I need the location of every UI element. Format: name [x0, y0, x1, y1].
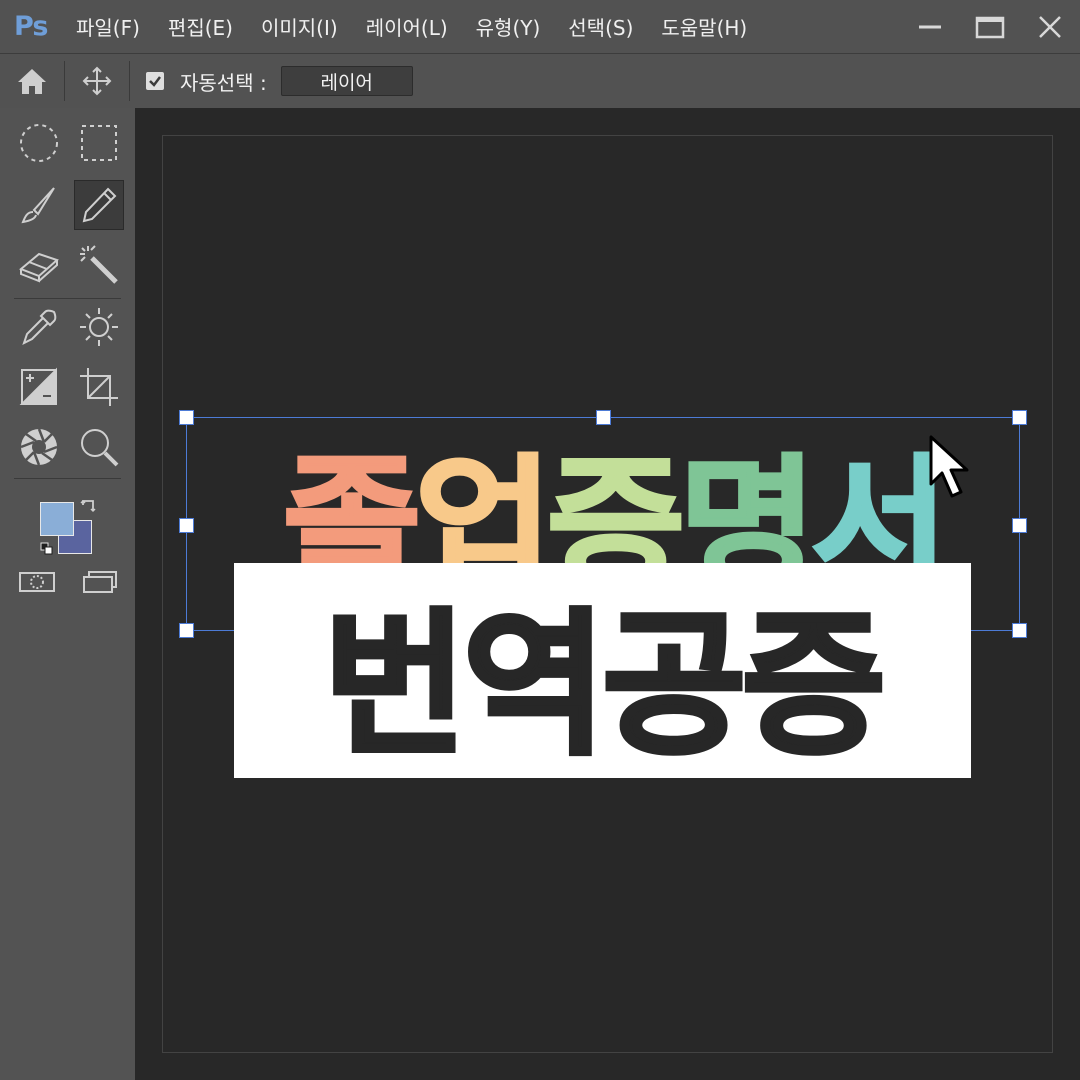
adjustment-tool[interactable] [14, 362, 64, 412]
close-button[interactable] [1020, 0, 1080, 54]
magic-wand-tool[interactable] [74, 240, 124, 290]
move-tool-button[interactable] [65, 54, 129, 108]
crop-icon [80, 368, 118, 406]
toolbar-divider [14, 478, 121, 479]
photoshop-window: Ps 파일(F) 편집(E) 이미지(I) 레이어(L) 유형(Y) 선택(S)… [0, 0, 1080, 1080]
menu-select[interactable]: 선택(S) [568, 12, 633, 41]
screen-mode-button[interactable] [74, 560, 124, 604]
default-colors-icon[interactable] [40, 542, 54, 556]
maximize-button[interactable] [960, 0, 1020, 54]
pencil-tool[interactable] [74, 180, 124, 230]
brush-icon [21, 187, 55, 224]
minimize-button[interactable] [900, 0, 960, 54]
elliptical-marquee-icon [20, 124, 58, 162]
transform-handle-bottom-right[interactable] [1012, 623, 1027, 638]
menu-type[interactable]: 유형(Y) [476, 12, 541, 41]
aperture-tool[interactable] [14, 422, 64, 472]
transform-handle-left[interactable] [179, 518, 194, 533]
rect-marquee-tool[interactable] [74, 118, 124, 168]
home-button[interactable] [0, 54, 64, 108]
minimize-icon [919, 25, 941, 29]
home-icon [18, 69, 46, 94]
eyedropper-icon [22, 309, 57, 345]
menu-help[interactable]: 도움말(H) [661, 12, 747, 41]
close-icon [1039, 16, 1061, 38]
eyedropper-tool[interactable] [14, 302, 64, 352]
options-divider [129, 61, 130, 101]
quick-mask-icon [19, 572, 55, 592]
quick-mask-button[interactable] [12, 560, 62, 604]
window-controls [900, 0, 1080, 54]
transform-handle-bottom-left[interactable] [179, 623, 194, 638]
crop-tool[interactable] [74, 362, 124, 412]
app-logo: Ps [14, 11, 48, 42]
adjust-icon [19, 367, 57, 405]
brush-tool[interactable] [14, 180, 64, 230]
zoom-tool[interactable] [74, 422, 124, 472]
rect-marquee-icon [81, 125, 117, 161]
stamp-layer[interactable]: 번역공증 [234, 563, 971, 778]
move-icon [82, 66, 112, 96]
menu-list: 파일(F) 편집(E) 이미지(I) 레이어(L) 유형(Y) 선택(S) 도움… [76, 12, 775, 41]
pencil-icon [82, 187, 117, 223]
eraser-icon [19, 252, 59, 283]
foreground-color-swatch[interactable] [40, 502, 74, 536]
menu-edit[interactable]: 편집(E) [168, 12, 233, 41]
swap-colors-icon[interactable] [80, 498, 98, 516]
menu-layer[interactable]: 레이어(L) [366, 12, 448, 41]
tools-panel [0, 108, 135, 1080]
eraser-tool[interactable] [14, 240, 64, 290]
options-bar: 자동선택 : 레이어 [0, 54, 1080, 108]
transform-handle-right[interactable] [1012, 518, 1027, 533]
aperture-icon [20, 428, 58, 466]
toolbar-divider [14, 298, 121, 299]
auto-select-target-dropdown[interactable]: 레이어 [280, 66, 413, 96]
auto-select-checkbox[interactable] [146, 72, 164, 90]
transform-handle-top[interactable] [596, 410, 611, 425]
menu-bar: Ps 파일(F) 편집(E) 이미지(I) 레이어(L) 유형(Y) 선택(S)… [0, 0, 1080, 54]
stamp-text: 번역공증 [321, 591, 888, 778]
brightness-icon [80, 308, 118, 346]
auto-select-label: 자동선택 : [180, 70, 267, 95]
maximize-icon [975, 16, 1005, 39]
auto-select-group: 자동선택 : 레이어 [146, 66, 413, 96]
magic-wand-icon [80, 245, 118, 284]
menu-file[interactable]: 파일(F) [76, 12, 140, 41]
menu-image[interactable]: 이미지(I) [261, 12, 338, 41]
brightness-tool[interactable] [74, 302, 124, 352]
transform-handle-top-right[interactable] [1012, 410, 1027, 425]
screen-mode-icon [83, 571, 117, 593]
mouse-cursor-icon [929, 435, 969, 498]
elliptical-marquee-tool[interactable] [14, 118, 64, 168]
transform-handle-top-left[interactable] [179, 410, 194, 425]
color-swatches [38, 496, 102, 558]
canvas-workspace: 졸 업 증 명 서 번역공증 [135, 108, 1080, 1080]
checkmark-icon [149, 76, 161, 87]
zoom-icon [81, 429, 119, 467]
